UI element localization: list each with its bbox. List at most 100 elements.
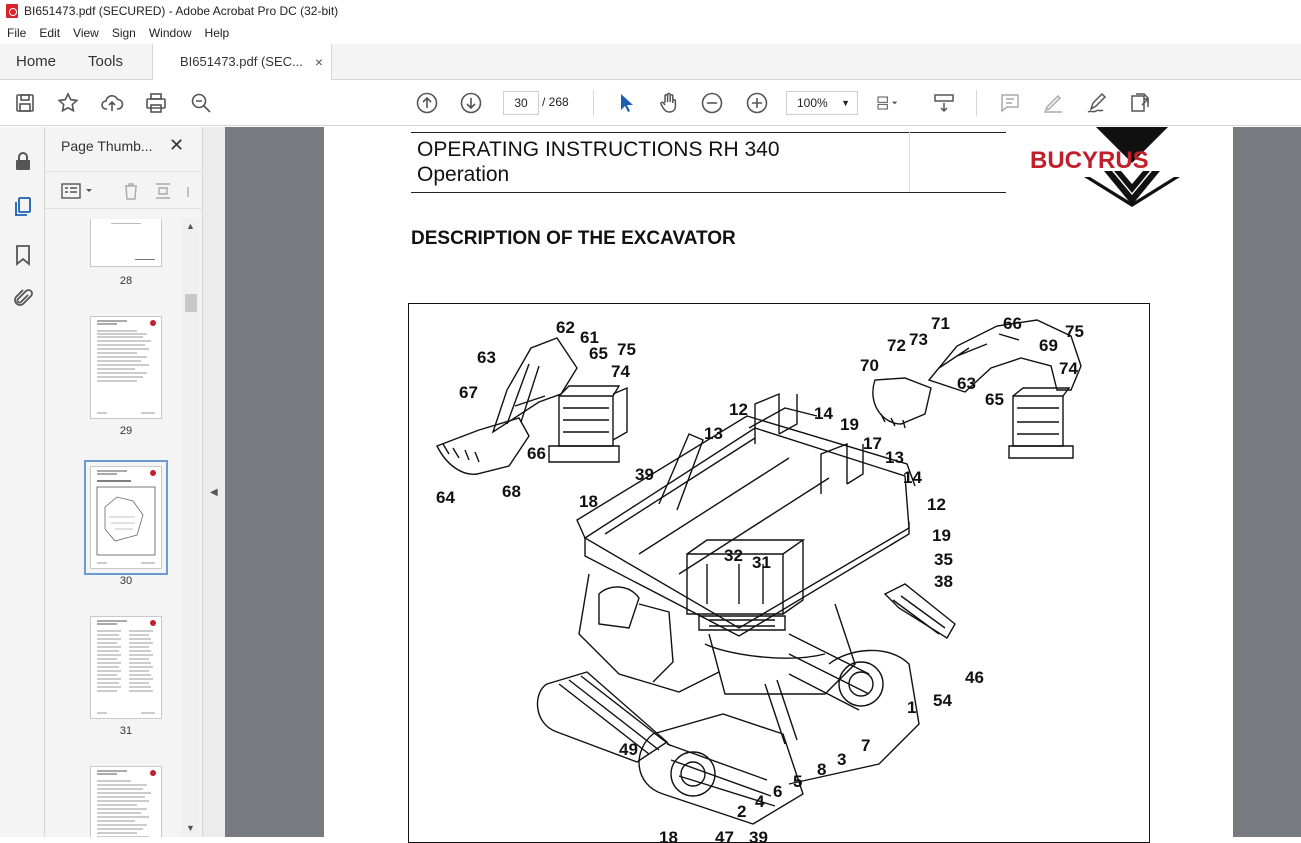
print-icon[interactable]: [144, 91, 168, 115]
rotate-icon[interactable]: [185, 181, 199, 201]
menu-view[interactable]: View: [73, 26, 99, 40]
pdf-page: OPERATING INSTRUCTIONS RH 340 Operation …: [324, 127, 1233, 843]
close-icon[interactable]: ✕: [169, 135, 184, 156]
select-arrow-icon[interactable]: [614, 91, 638, 115]
callout-label: 3: [837, 750, 847, 769]
callout-label: 19: [932, 526, 951, 545]
callout-label: 66: [1003, 314, 1022, 333]
callout-label: 13: [704, 424, 723, 443]
zoom-select[interactable]: 100% ▼: [786, 91, 858, 115]
thumbnail-page[interactable]: [90, 616, 162, 719]
chevron-left-icon[interactable]: ◀: [210, 487, 218, 498]
thumbnail-label: 31: [119, 725, 133, 737]
sign-icon[interactable]: [1085, 91, 1109, 115]
highlight-icon[interactable]: [1041, 91, 1065, 115]
send-icon[interactable]: [1128, 91, 1152, 115]
hand-icon[interactable]: [657, 91, 681, 115]
page-down-icon[interactable]: [459, 91, 483, 115]
doc-header-title: OPERATING INSTRUCTIONS RH 340: [417, 138, 780, 161]
menu-file[interactable]: File: [7, 26, 26, 40]
doc-header-subtitle: Operation: [417, 163, 510, 186]
page-up-icon[interactable]: [415, 91, 439, 115]
tab-close-icon[interactable]: ×: [315, 44, 323, 80]
callout-label: 14: [814, 404, 833, 423]
callout-label: 4: [755, 792, 765, 811]
callout-label: 12: [927, 495, 946, 514]
thumbnail-page[interactable]: [90, 316, 162, 419]
save-icon[interactable]: [13, 91, 37, 115]
callout-label: 12: [729, 400, 748, 419]
toolbar-divider: [593, 90, 594, 116]
bookmark-star-icon[interactable]: [56, 91, 80, 115]
callout-label: 74: [1059, 359, 1078, 378]
page-number-input[interactable]: 30: [503, 91, 539, 115]
callout-label: 73: [909, 330, 928, 349]
tab-document[interactable]: BI651473.pdf (SEC... ×: [152, 44, 332, 81]
callout-label: 71: [931, 314, 950, 333]
tab-tools[interactable]: Tools: [88, 44, 123, 80]
thumbnail-page[interactable]: [90, 766, 162, 837]
callout-label: 14: [903, 468, 922, 487]
menu-edit[interactable]: Edit: [39, 26, 60, 40]
delete-icon[interactable]: [121, 181, 141, 201]
header-divider: [909, 132, 910, 192]
callout-label: 31: [752, 553, 771, 572]
tab-document-label: BI651473.pdf (SEC...: [180, 54, 303, 69]
left-rail: [0, 127, 45, 837]
chevron-down-icon[interactable]: ▼: [186, 823, 195, 833]
callout-label: 67: [459, 383, 478, 402]
chevron-up-icon[interactable]: ▲: [186, 221, 195, 231]
thumbnail-page[interactable]: [90, 219, 162, 267]
search-zoom-icon[interactable]: [189, 91, 213, 115]
callout-label: 65: [589, 344, 608, 363]
callout-label: 65: [985, 390, 1004, 409]
callout-label: 6: [773, 782, 783, 801]
header-rule: [411, 192, 1006, 193]
window-title: BI651473.pdf (SECURED) - Adobe Acrobat P…: [24, 4, 339, 18]
callout-label: 64: [436, 488, 455, 507]
callout-label: 17: [863, 434, 882, 453]
comment-icon[interactable]: [998, 91, 1022, 115]
extract-page-icon[interactable]: [153, 181, 173, 201]
callout-label: 69: [1039, 336, 1058, 355]
thumbnails-panel: Page Thumb... ✕ 28 29 30 31: [45, 127, 203, 837]
excavator-drawing: [436, 319, 1082, 825]
tab-home[interactable]: Home: [16, 44, 56, 80]
zoom-out-icon[interactable]: [700, 91, 724, 115]
lock-icon[interactable]: [11, 149, 35, 173]
attachment-icon[interactable]: [11, 287, 35, 311]
bookmark-icon[interactable]: [11, 243, 35, 267]
scrollbar-thumb[interactable]: [185, 294, 197, 312]
callout-label: 5: [793, 772, 803, 791]
zoom-in-icon[interactable]: [745, 91, 769, 115]
callout-label: 13: [885, 448, 904, 467]
page-thumbnails-icon[interactable]: [11, 195, 35, 219]
thumbnail-options-icon[interactable]: [61, 182, 97, 200]
main-toolbar: [0, 80, 1301, 126]
callout-label: 39: [749, 828, 768, 843]
scroll-mode-icon[interactable]: [932, 91, 956, 115]
page-total: / 268: [542, 95, 569, 109]
menu-window[interactable]: Window: [149, 26, 192, 40]
tab-bar: Home Tools BI651473.pdf (SEC... ×: [0, 44, 1301, 81]
callout-label: 62: [556, 318, 575, 337]
callout-label: 35: [934, 550, 953, 569]
pdf-app-icon: [6, 4, 18, 18]
thumbnail-page-selected[interactable]: [84, 460, 168, 575]
zoom-value: 100%: [797, 96, 828, 110]
menu-sign[interactable]: Sign: [112, 26, 136, 40]
upload-icon[interactable]: [100, 91, 124, 115]
fit-page-icon[interactable]: [876, 91, 912, 115]
thumbnail-label: 29: [119, 425, 133, 437]
menu-help[interactable]: Help: [205, 26, 230, 40]
callout-label: 38: [934, 572, 953, 591]
callout-label: 63: [957, 374, 976, 393]
callout-label: 46: [965, 668, 984, 687]
callout-label: 19: [840, 415, 859, 434]
window-titlebar: BI651473.pdf (SECURED) - Adobe Acrobat P…: [0, 0, 1301, 22]
callout-label: 74: [611, 362, 630, 381]
callout-label: 75: [617, 340, 636, 359]
callout-label: 66: [527, 444, 546, 463]
thumbnail-label: 28: [119, 275, 133, 287]
panel-collapse-bar[interactable]: ◀: [203, 127, 225, 837]
